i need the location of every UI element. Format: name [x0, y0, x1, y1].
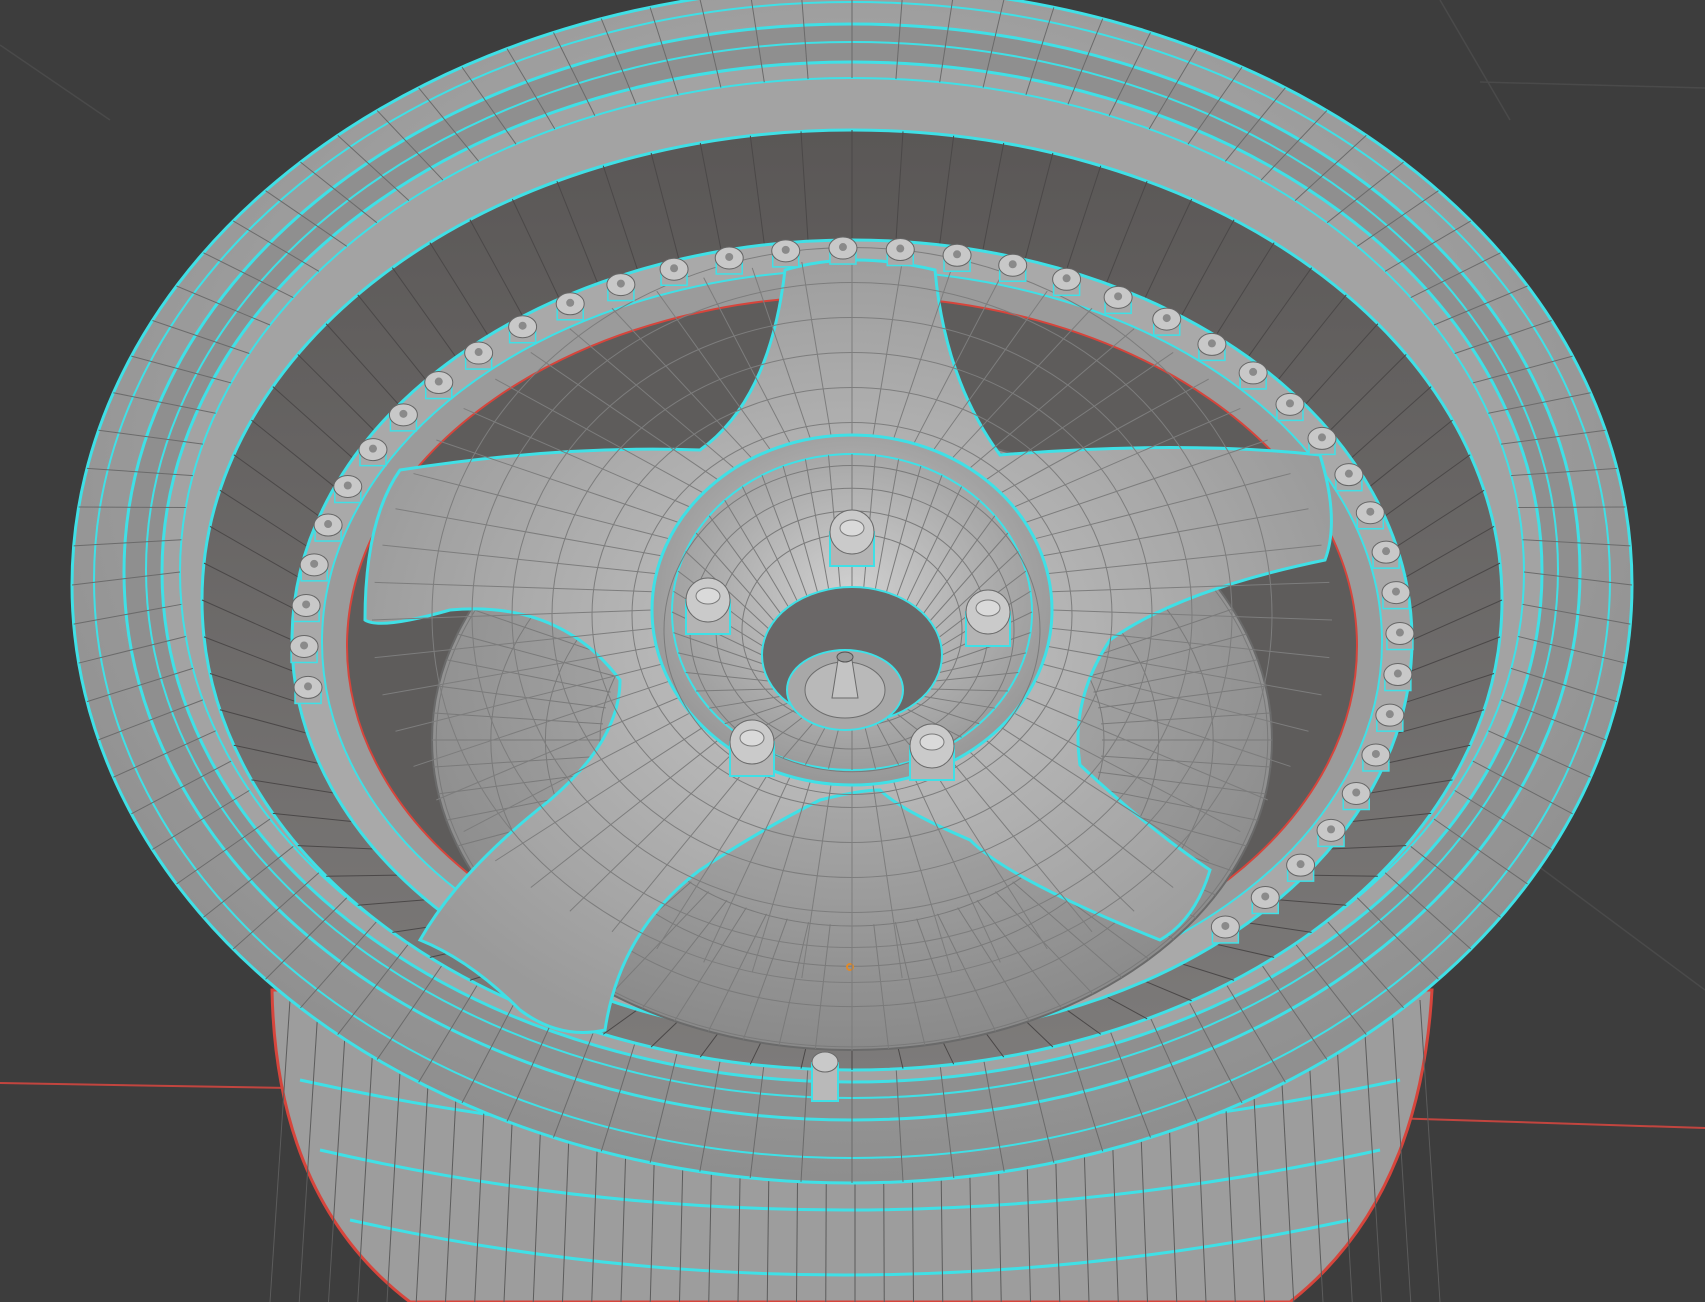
rim-bolt[interactable]: [1210, 915, 1240, 944]
rim-bolt[interactable]: [1361, 743, 1391, 772]
rim-bolt[interactable]: [1316, 818, 1346, 848]
rim-bolt[interactable]: [388, 403, 418, 432]
lug-nut[interactable]: [729, 719, 775, 777]
rim-bolt[interactable]: [1383, 663, 1413, 692]
rim-bolt[interactable]: [333, 474, 363, 504]
rim-bolt[interactable]: [555, 292, 585, 321]
rim-bolt[interactable]: [424, 371, 454, 400]
lug-nut[interactable]: [965, 589, 1011, 647]
rim-bolt[interactable]: [1286, 853, 1316, 882]
rim-bolt[interactable]: [606, 273, 636, 302]
rim-bolt[interactable]: [464, 341, 494, 370]
rim-bolt[interactable]: [1238, 361, 1268, 390]
rim-bolt[interactable]: [1334, 463, 1364, 492]
rim-bolt[interactable]: [1103, 285, 1133, 315]
rim-bolt[interactable]: [1341, 782, 1371, 811]
rim-bolt[interactable]: [1152, 307, 1182, 336]
rim-bolt[interactable]: [1375, 703, 1405, 732]
rim-bolt[interactable]: [313, 513, 343, 542]
rim-bolt[interactable]: [1385, 622, 1415, 651]
rim-bolt[interactable]: [828, 236, 858, 265]
rim-bolt[interactable]: [1355, 501, 1385, 530]
rim-bolt[interactable]: [942, 243, 972, 273]
rim-bolt[interactable]: [1381, 581, 1411, 610]
lug-nut[interactable]: [685, 577, 731, 635]
rim-bolt[interactable]: [289, 634, 319, 664]
rim-bolt[interactable]: [885, 238, 915, 267]
rim-bolt[interactable]: [1371, 540, 1401, 569]
rim-bolt[interactable]: [508, 315, 538, 344]
rim-bolt[interactable]: [358, 438, 388, 467]
rim-bolt[interactable]: [771, 239, 801, 268]
viewport-canvas[interactable]: [0, 0, 1705, 1302]
rim-bolt[interactable]: [998, 253, 1028, 282]
rim-bolt[interactable]: [1052, 267, 1082, 297]
rim-bolt[interactable]: [1307, 426, 1337, 456]
rim-bolt[interactable]: [714, 246, 744, 275]
rim-bolt[interactable]: [1250, 885, 1280, 915]
rim-bolt[interactable]: [659, 257, 689, 286]
rim-bolt[interactable]: [299, 553, 329, 582]
rim-bolt[interactable]: [1275, 392, 1305, 422]
lug-nut[interactable]: [829, 509, 875, 567]
rim-bolt[interactable]: [1197, 332, 1227, 362]
rim-bolt[interactable]: [293, 675, 323, 705]
valve-stem[interactable]: [811, 1051, 839, 1102]
rim-bolt[interactable]: [291, 593, 321, 623]
lug-nut[interactable]: [909, 723, 955, 781]
3d-viewport[interactable]: [0, 0, 1705, 1302]
